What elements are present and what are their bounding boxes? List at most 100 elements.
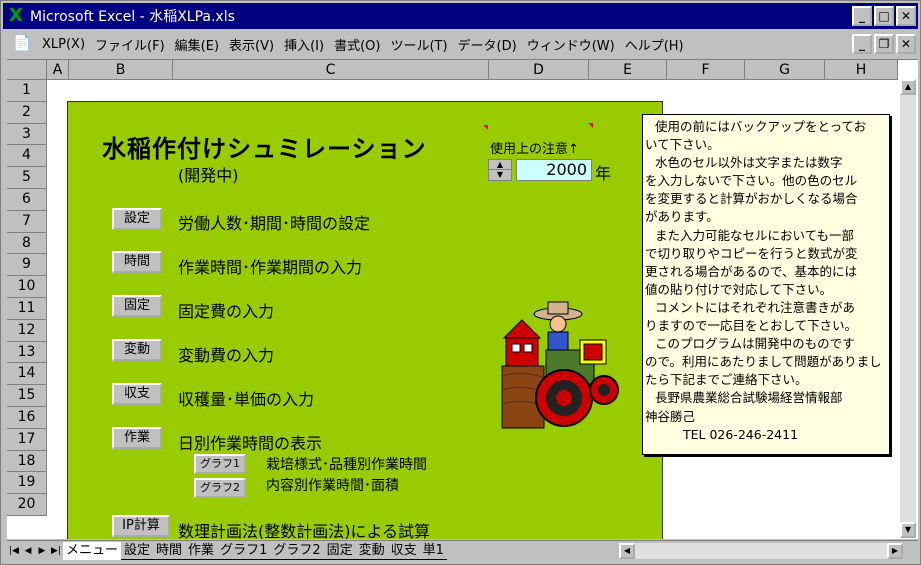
year-spinner[interactable]: ▲ ▼: [488, 159, 512, 181]
row-header[interactable]: 8: [7, 232, 47, 255]
comment-line: 水色のセル以外は文字または数字: [655, 155, 843, 171]
column-header[interactable]: H: [825, 60, 898, 80]
tab-menu[interactable]: メニュー: [63, 541, 122, 560]
column-header[interactable]: A: [47, 60, 69, 80]
row-header[interactable]: 12: [7, 319, 47, 342]
scroll-right-icon[interactable]: ▶: [887, 543, 903, 559]
scroll-left-icon[interactable]: ◀: [619, 543, 635, 559]
tab-graph1[interactable]: グラフ1: [217, 542, 271, 560]
tab-balance[interactable]: 収支: [387, 542, 420, 560]
ip-calc-button[interactable]: IP計算: [112, 515, 170, 537]
menu-help[interactable]: ヘルプ(H): [620, 35, 689, 54]
column-header[interactable]: F: [667, 60, 745, 80]
row-header[interactable]: 9: [7, 254, 47, 277]
row-header[interactable]: 2: [7, 101, 47, 124]
prev-sheet-icon[interactable]: ◀: [21, 543, 35, 559]
document-icon[interactable]: 📄: [11, 34, 33, 54]
graph1-desc: 栽培様式･品種別作業時間: [266, 457, 427, 473]
doc-restore-button[interactable]: ❐: [874, 34, 894, 54]
title-bar: X Microsoft Excel - 水稲XLPa.xls _ □ ✕: [3, 3, 918, 29]
column-header[interactable]: G: [745, 60, 825, 80]
row-header[interactable]: 17: [7, 428, 47, 451]
menu-format[interactable]: 書式(O): [329, 35, 385, 54]
row-header[interactable]: 11: [7, 298, 47, 320]
ip-calc-desc: 数理計画法(整数計画法)による試算: [178, 522, 431, 539]
work-button[interactable]: 作業: [112, 427, 162, 449]
spin-up-icon[interactable]: ▲: [489, 160, 511, 170]
menu-view[interactable]: 表示(V): [224, 35, 279, 54]
column-header[interactable]: C: [173, 60, 489, 80]
menu-data[interactable]: データ(D): [453, 35, 522, 54]
tab-work[interactable]: 作業: [185, 542, 218, 560]
variable-cost-button[interactable]: 変動: [112, 339, 162, 361]
maximize-button[interactable]: □: [874, 6, 894, 26]
row-header[interactable]: 7: [7, 210, 47, 233]
row-header[interactable]: 18: [7, 450, 47, 473]
next-sheet-icon[interactable]: ▶: [35, 543, 49, 559]
row-header[interactable]: 19: [7, 472, 47, 495]
spin-down-icon[interactable]: ▼: [489, 170, 511, 180]
vertical-scrollbar[interactable]: ▲ ▼: [900, 79, 916, 538]
row-header[interactable]: 6: [7, 189, 47, 211]
page-subtitle: (開発中): [178, 166, 239, 185]
graph2-button[interactable]: グラフ2: [194, 478, 246, 498]
row-header[interactable]: 14: [7, 363, 47, 386]
tab-time[interactable]: 時間: [153, 542, 186, 560]
comment-line: TEL 026-246-2411: [683, 426, 799, 442]
menu-bar: 📄 XLP(X) ファイル(F) 編集(E) 表示(V) 挿入(I) 書式(O)…: [3, 31, 918, 57]
comment-line: りますので一応目をとおして下さい。: [645, 318, 858, 334]
graph2-desc: 内容別作業時間･面積: [266, 478, 399, 494]
tab-variable[interactable]: 変動: [355, 542, 388, 560]
column-header[interactable]: B: [69, 60, 173, 80]
menu-tools[interactable]: ツール(T): [385, 35, 452, 54]
tab-fixed[interactable]: 固定: [323, 542, 356, 560]
tab-graph2[interactable]: グラフ2: [270, 542, 324, 560]
row-header[interactable]: 10: [7, 276, 47, 298]
time-desc: 作業時間･作業期間の入力: [178, 258, 363, 277]
comment-indicator[interactable]: [483, 125, 488, 130]
row-header[interactable]: 13: [7, 341, 47, 364]
fixed-cost-button[interactable]: 固定: [112, 295, 162, 317]
work-desc: 日別作業時間の表示: [178, 434, 323, 453]
year-input[interactable]: 2000: [516, 159, 592, 181]
doc-minimize-button[interactable]: _: [852, 34, 872, 54]
menu-file[interactable]: ファイル(F): [90, 35, 170, 54]
doc-close-button[interactable]: ✕: [896, 34, 916, 54]
scroll-down-icon[interactable]: ▼: [900, 522, 916, 538]
excel-window: X Microsoft Excel - 水稲XLPa.xls _ □ ✕ 📄 X…: [0, 0, 921, 565]
menu-window[interactable]: ウィンドウ(W): [522, 35, 620, 54]
balance-button[interactable]: 収支: [112, 383, 162, 405]
settings-button[interactable]: 設定: [112, 208, 162, 230]
row-header[interactable]: 15: [7, 385, 47, 407]
graph1-button[interactable]: グラフ1: [194, 454, 246, 474]
row-header[interactable]: 20: [7, 494, 47, 516]
column-header[interactable]: E: [589, 60, 667, 80]
notice-label: 使用上の注意↑: [490, 142, 579, 157]
column-header[interactable]: D: [489, 60, 589, 80]
first-sheet-icon[interactable]: |◀: [7, 543, 21, 559]
row-header[interactable]: 4: [7, 145, 47, 168]
row-header[interactable]: 1: [7, 80, 47, 102]
row-header[interactable]: 16: [7, 407, 47, 429]
row-header[interactable]: 3: [7, 123, 47, 146]
comment-indicator[interactable]: [588, 123, 593, 128]
comment-line: を入力しないで下さい。他の色のセル: [645, 173, 858, 189]
time-button[interactable]: 時間: [112, 251, 162, 273]
row-header[interactable]: 5: [7, 167, 47, 189]
last-sheet-icon[interactable]: ▶|: [49, 543, 63, 559]
menu-insert[interactable]: 挿入(I): [279, 35, 329, 54]
menu-edit[interactable]: 編集(E): [170, 35, 224, 54]
spreadsheet-grid[interactable]: A B C D E F G H 1 2 3 4 5 6 7 8 9 10 11 12 13 14 15 16 1…: [7, 59, 918, 539]
horizontal-scrollbar[interactable]: ◀ ▶: [619, 543, 903, 559]
close-button[interactable]: ✕: [896, 6, 916, 26]
comment-line: ので。利用にあたりまして問題がありまし: [645, 354, 882, 370]
scroll-up-icon[interactable]: ▲: [900, 79, 916, 95]
fixed-cost-desc: 固定費の入力: [178, 302, 275, 321]
tab-unit1[interactable]: 単1: [419, 542, 447, 560]
menu-xlp[interactable]: XLP(X): [37, 37, 90, 52]
comment-line: また入力可能なセルにおいても一部: [655, 227, 855, 243]
minimize-button[interactable]: _: [852, 6, 872, 26]
select-all-corner[interactable]: [7, 60, 47, 80]
tab-settings[interactable]: 設定: [121, 542, 154, 560]
comment-line: 長野県農業総合試験場経営情報部: [655, 390, 843, 406]
